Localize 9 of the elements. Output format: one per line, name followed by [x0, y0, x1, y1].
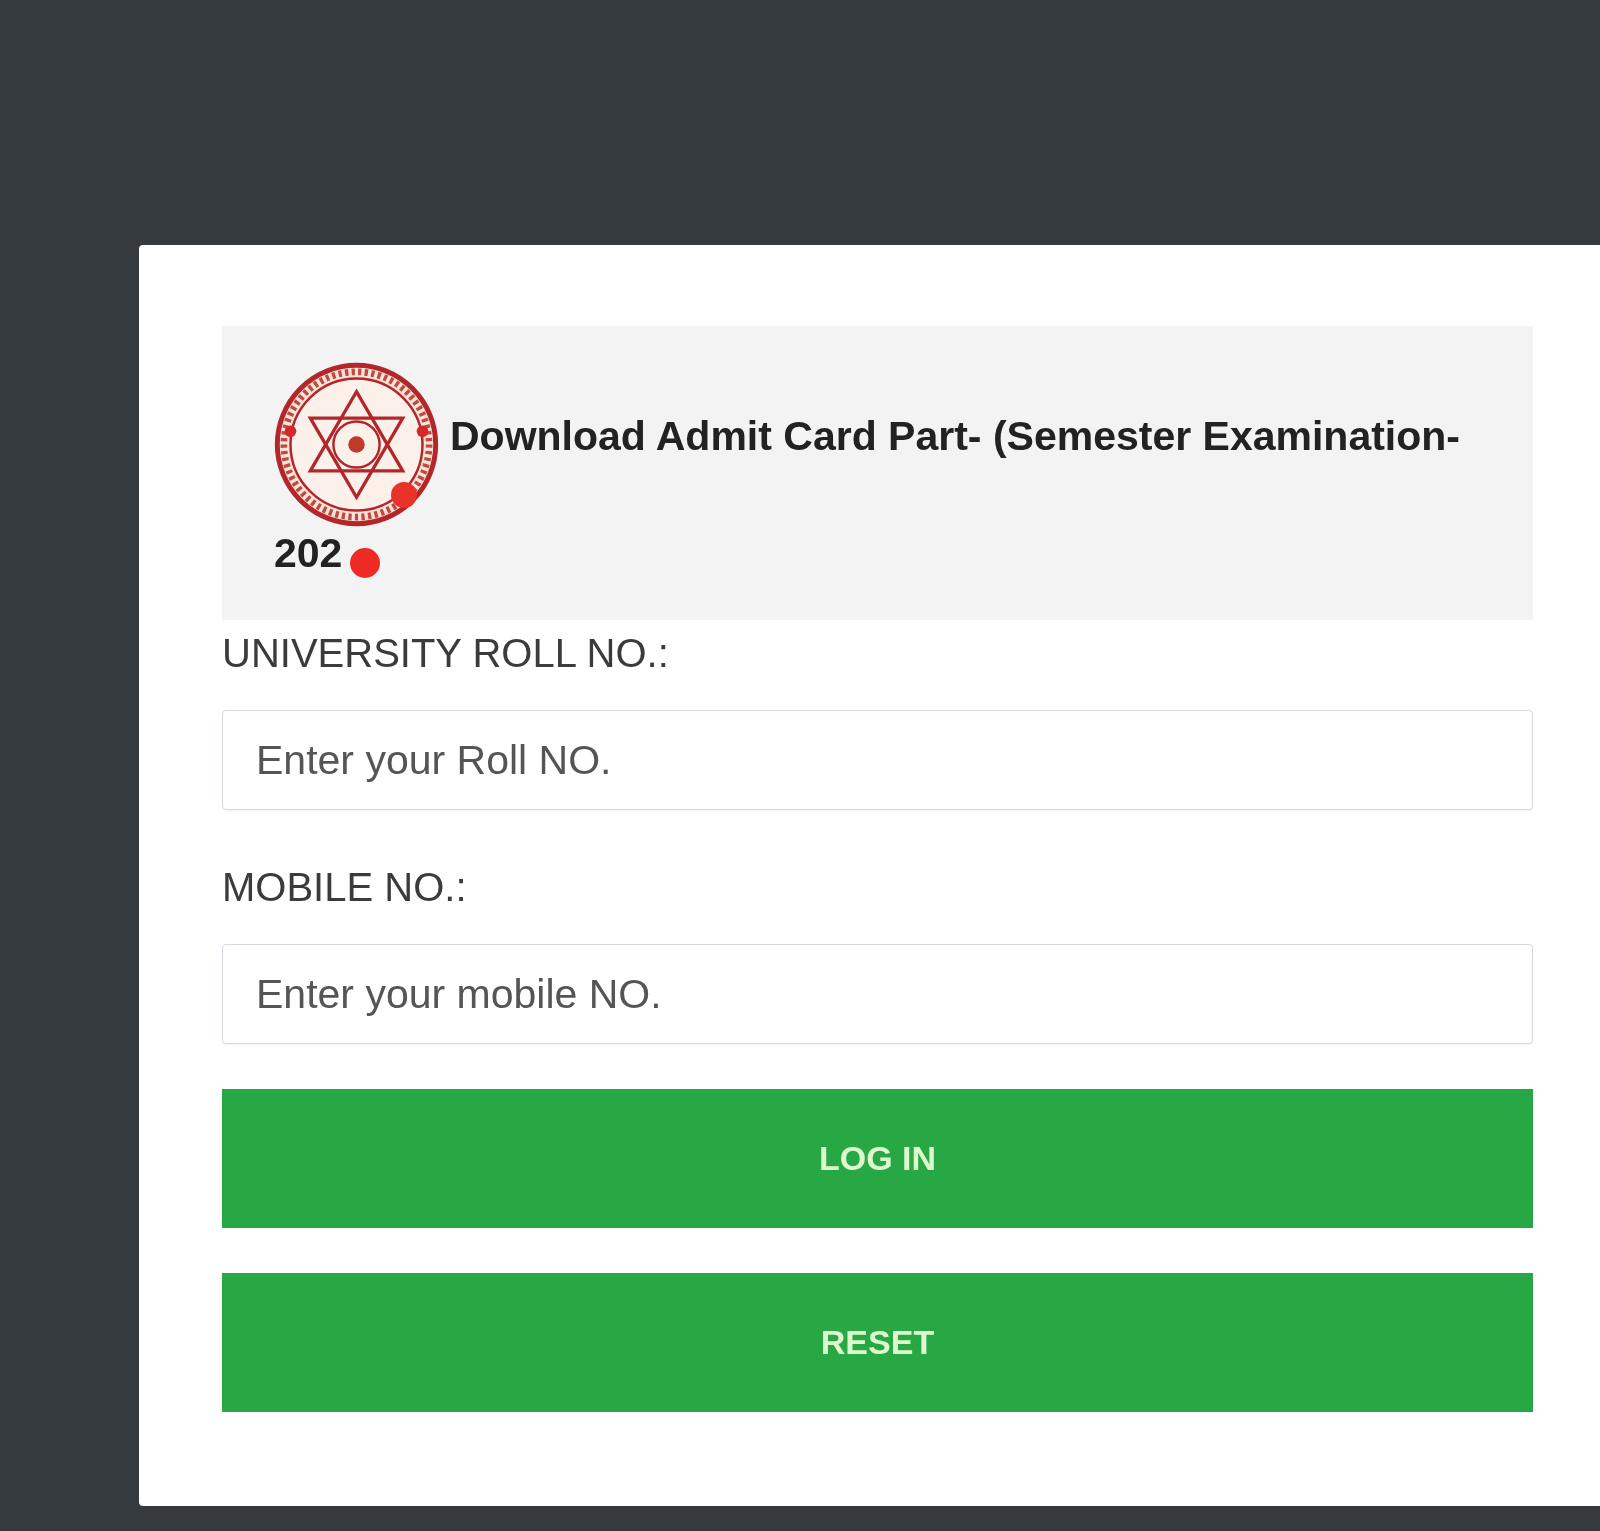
roll-number-input[interactable]: Enter your Roll NO. [222, 710, 1533, 810]
reset-button[interactable]: RESET [222, 1273, 1533, 1412]
field-label: MOBILE NO.: [222, 864, 467, 911]
field-label: UNIVERSITY ROLL NO.: [222, 630, 669, 677]
login-button[interactable]: LOG IN [222, 1089, 1533, 1228]
blot-mark-icon [350, 548, 380, 578]
mobile-number-input[interactable]: Enter your mobile NO. [222, 944, 1533, 1044]
page-title: 202 [274, 529, 343, 578]
page-title: Download Admit Card Part- (Semester Examination- [450, 412, 1460, 461]
